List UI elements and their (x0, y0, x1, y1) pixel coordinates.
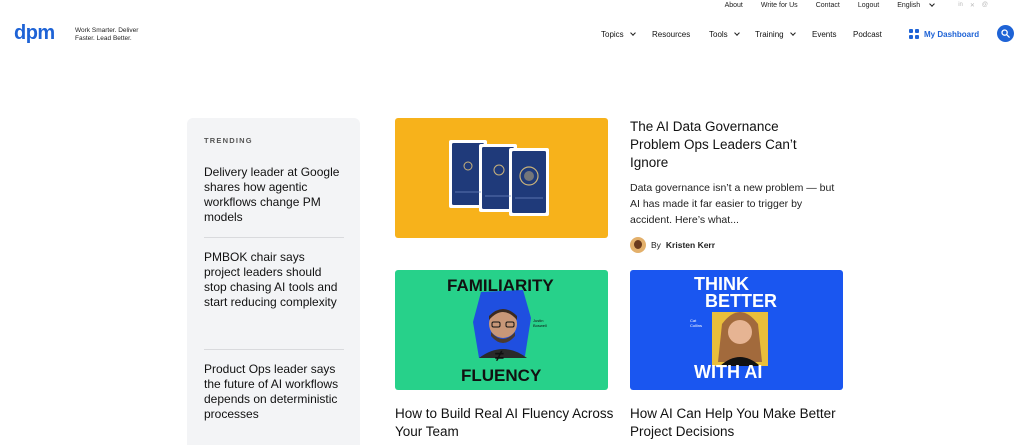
linkedin-icon[interactable]: in (958, 2, 963, 9)
featured-article-image[interactable] (395, 118, 608, 238)
site-header: dpm Work Smarter. Deliver Faster. Lead B… (0, 20, 1024, 54)
chevron-down-icon (629, 30, 636, 36)
language-label: English (897, 2, 921, 9)
site-logo[interactable]: dpm (14, 22, 55, 45)
featured-article-title[interactable]: The AI Data Governance Problem Ops Leade… (630, 118, 830, 172)
about-link[interactable]: About (725, 2, 743, 9)
nav-tools-label: Tools (709, 30, 728, 39)
trending-panel: TRENDING Delivery leader at Google share… (187, 118, 360, 445)
nav-events[interactable]: Events (812, 30, 853, 39)
nav-topics-label: Topics (601, 30, 624, 39)
article-title[interactable]: How AI Can Help You Make Better Project … (630, 405, 845, 441)
image-caption: Justin Boswell (533, 318, 547, 328)
author-name[interactable]: Kristen Kerr (666, 240, 715, 250)
chevron-down-icon (929, 1, 936, 7)
article-image[interactable]: FAMILIARITY Justin Boswell ≠ FLUENCY (395, 270, 608, 390)
image-not-equal-symbol: ≠ (495, 348, 504, 365)
trending-item[interactable]: Product Ops leader says the future of AI… (204, 362, 344, 434)
nav-podcast[interactable]: Podcast (853, 30, 882, 39)
article-title[interactable]: How to Build Real AI Fluency Across Your… (395, 405, 615, 441)
image-headline-bottom: FLUENCY (461, 366, 542, 385)
nav-events-label: Events (812, 30, 837, 39)
nav-resources[interactable]: Resources (652, 30, 709, 39)
author-avatar (630, 237, 646, 253)
search-icon (1001, 29, 1010, 38)
language-selector[interactable]: English (897, 1, 936, 9)
nav-resources-label: Resources (652, 30, 691, 39)
my-dashboard-link[interactable]: My Dashboard (909, 29, 979, 39)
chevron-down-icon (789, 30, 796, 36)
trending-item[interactable]: PMBOK chair says project leaders should … (204, 250, 344, 350)
social-links: in ✕ @ (958, 2, 988, 9)
nav-training-label: Training (755, 30, 784, 39)
threads-icon[interactable]: @ (982, 2, 988, 9)
featured-article-excerpt: Data governance isn’t a new problem — bu… (630, 182, 835, 226)
logout-link[interactable]: Logout (858, 2, 879, 9)
trending-item[interactable]: Delivery leader at Google shares how age… (204, 165, 344, 238)
nav-topics[interactable]: Topics (601, 30, 652, 39)
x-icon[interactable]: ✕ (970, 2, 975, 9)
image-caption: Cat Collins (690, 318, 703, 328)
article-image[interactable]: THINK BETTER Cat Collins WITH AI (630, 270, 843, 390)
nav-tools[interactable]: Tools (709, 30, 755, 39)
utility-bar: About Write for Us Contact Logout Englis… (0, 0, 1024, 14)
utility-links: About Write for Us Contact Logout Englis… (725, 1, 988, 9)
write-for-us-link[interactable]: Write for Us (761, 2, 798, 9)
byline-prefix: By (651, 240, 661, 250)
image-headline-bottom: WITH AI (694, 362, 763, 382)
my-dashboard-label: My Dashboard (924, 29, 980, 39)
dashboard-icon (909, 29, 919, 39)
site-tagline: Work Smarter. Deliver Faster. Lead Bette… (75, 27, 139, 42)
binders-illustration (449, 140, 549, 216)
featured-byline: By Kristen Kerr (630, 237, 715, 253)
main-nav: Topics Resources Tools Training Events P… (601, 30, 882, 39)
contact-link[interactable]: Contact (816, 2, 840, 9)
nav-training[interactable]: Training (755, 30, 812, 39)
search-button[interactable] (997, 25, 1014, 42)
trending-heading: TRENDING (204, 136, 253, 145)
chevron-down-icon (733, 30, 740, 36)
nav-podcast-label: Podcast (853, 30, 882, 39)
